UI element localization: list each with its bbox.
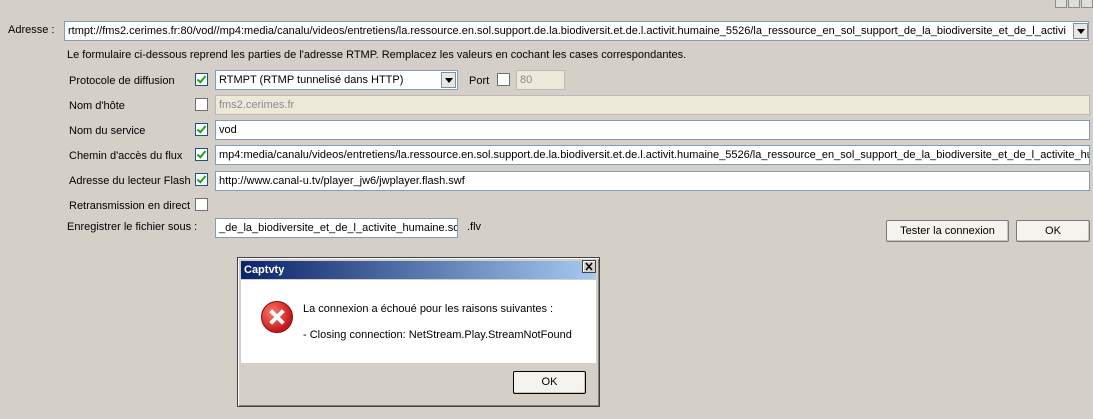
hostname-checkbox[interactable] bbox=[195, 98, 208, 111]
hostname-value: fms2.cerimes.fr bbox=[219, 99, 295, 111]
live-label: Retransmission en direct bbox=[69, 200, 191, 212]
protocol-checkbox[interactable] bbox=[195, 73, 208, 86]
ok-button[interactable]: OK bbox=[1016, 220, 1090, 242]
service-label: Nom du service bbox=[69, 125, 146, 137]
address-label: Adresse : bbox=[8, 24, 55, 36]
error-dialog: Captvty La connexion a échoué pour les r… bbox=[237, 257, 600, 407]
save-extension: .flv bbox=[467, 221, 482, 233]
close-window-button[interactable] bbox=[1081, 0, 1093, 8]
port-input[interactable]: 80 bbox=[516, 70, 565, 90]
service-checkbox[interactable] bbox=[195, 123, 208, 136]
dialog-detail: - Closing connection: NetStream.Play.Str… bbox=[303, 329, 572, 341]
instructions-text: Le formulaire ci-dessous reprend les par… bbox=[67, 49, 687, 61]
save-filename-input[interactable]: _de_la_biodiversite_et_de_l_activite_hum… bbox=[215, 218, 458, 238]
hostname-label: Nom d'hôte bbox=[69, 100, 125, 112]
player-checkbox[interactable] bbox=[195, 173, 208, 186]
test-connection-button[interactable]: Tester la connexion bbox=[886, 220, 1009, 242]
path-input[interactable]: mp4:media/canalu/videos/entretiens/la.re… bbox=[215, 145, 1090, 165]
dialog-ok-button[interactable]: OK bbox=[513, 371, 586, 394]
path-label: Chemin d'accès du flux bbox=[69, 150, 183, 162]
dialog-titlebar[interactable]: Captvty bbox=[241, 261, 596, 279]
service-input[interactable]: vod bbox=[215, 120, 1090, 140]
maximize-button[interactable] bbox=[1068, 0, 1080, 8]
address-value: rtmpt://fms2.cerimes.fr:80/vod//mp4:medi… bbox=[68, 25, 1066, 37]
player-value: http://www.canal-u.tv/player_jw6/jwplaye… bbox=[219, 175, 465, 187]
hostname-input[interactable]: fms2.cerimes.fr bbox=[215, 95, 1090, 115]
minimize-button[interactable] bbox=[1055, 0, 1067, 8]
error-icon bbox=[261, 301, 293, 333]
player-label: Adresse du lecteur Flash bbox=[69, 175, 191, 187]
dialog-message: La connexion a échoué pour les raisons s… bbox=[303, 303, 554, 315]
save-filename-value: _de_la_biodiversite_et_de_l_activite_hum… bbox=[219, 222, 458, 234]
port-checkbox[interactable] bbox=[497, 73, 510, 86]
live-checkbox[interactable] bbox=[195, 198, 208, 211]
dialog-body: La connexion a échoué pour les raisons s… bbox=[241, 280, 596, 363]
port-label: Port bbox=[469, 75, 490, 87]
address-dropdown-icon[interactable] bbox=[1073, 23, 1088, 39]
save-label: Enregistrer le fichier sous : bbox=[67, 221, 198, 233]
protocol-select[interactable]: RTMPT (RTMP tunnelisé dans HTTP) bbox=[215, 70, 458, 90]
dialog-title: Captvty bbox=[244, 264, 285, 276]
address-combobox[interactable]: rtmpt://fms2.cerimes.fr:80/vod//mp4:medi… bbox=[64, 21, 1089, 41]
player-input[interactable]: http://www.canal-u.tv/player_jw6/jwplaye… bbox=[215, 171, 1090, 191]
protocol-label: Protocole de diffusion bbox=[69, 75, 175, 87]
port-value: 80 bbox=[520, 74, 533, 86]
service-value: vod bbox=[219, 124, 237, 136]
protocol-value: RTMPT (RTMP tunnelisé dans HTTP) bbox=[219, 74, 404, 86]
path-value: mp4:media/canalu/videos/entretiens/la.re… bbox=[219, 149, 1090, 161]
close-icon bbox=[585, 262, 593, 271]
protocol-dropdown-icon[interactable] bbox=[441, 72, 456, 88]
dialog-close-button[interactable] bbox=[582, 260, 596, 273]
path-checkbox[interactable] bbox=[195, 148, 208, 161]
